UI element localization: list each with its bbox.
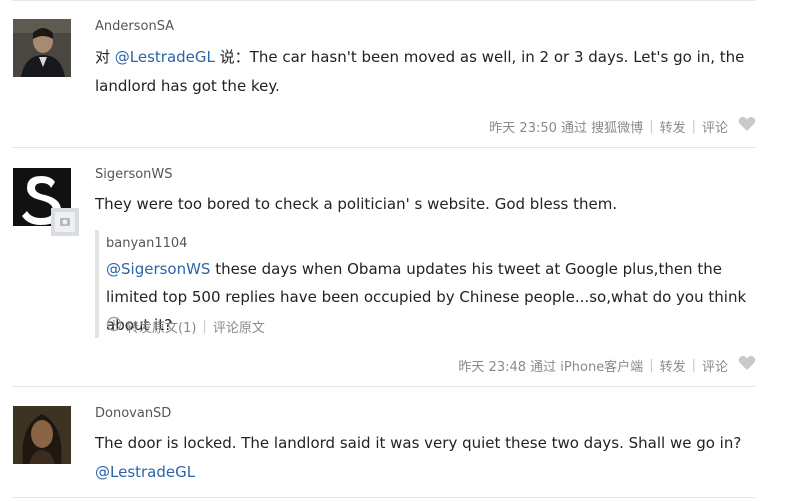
separator: | [691, 118, 696, 134]
post-source: 通过 iPhone客户端 [530, 359, 644, 375]
comment-button[interactable]: 评论 [702, 117, 728, 136]
post-prefix: 对 [95, 48, 115, 66]
comment-button[interactable]: 评论 [702, 356, 728, 375]
separator: | [691, 357, 696, 373]
post-text: 对 @LestradeGL 说：The car hasn't been move… [95, 43, 755, 101]
post-meta: 昨天 23:50 通过 搜狐微博 | 转发 | 评论 [489, 116, 756, 136]
username[interactable]: AndersonSA [95, 19, 174, 34]
post-text: They were too bored to check a politicia… [95, 195, 618, 213]
separator: | [649, 357, 654, 373]
post-time[interactable]: 昨天 23:48 [458, 356, 526, 375]
clock-icon [106, 316, 122, 336]
divider [12, 386, 755, 387]
post-body: The door is locked. The landlord said it… [95, 434, 742, 452]
post-time[interactable]: 昨天 23:50 [489, 117, 557, 136]
avatar[interactable] [13, 19, 71, 77]
post-meta: 昨天 23:48 通过 iPhone客户端 | 转发 | 评论 [458, 355, 756, 375]
avatar[interactable] [13, 406, 71, 464]
repost-button[interactable]: 转发 [660, 117, 686, 136]
post-source: 通过 搜狐微博 [561, 120, 644, 136]
mention-link[interactable]: @SigersonWS [106, 260, 210, 278]
repost-original-link[interactable]: 转发原文(1) [126, 317, 196, 336]
heart-icon[interactable] [738, 116, 756, 136]
divider [12, 497, 755, 498]
repost-button[interactable]: 转发 [660, 356, 686, 375]
avatar[interactable] [13, 168, 79, 236]
divider [12, 147, 755, 148]
mention-link[interactable]: @LestradeGL [95, 463, 195, 481]
quoted-username[interactable]: banyan1104 [106, 236, 187, 251]
heart-icon[interactable] [738, 355, 756, 375]
mention-link[interactable]: @LestradeGL [115, 48, 215, 66]
weibo-feed: AndersonSA 对 @LestradeGL 说：The car hasn'… [0, 0, 804, 501]
separator: | [649, 118, 654, 134]
quoted-post: banyan1104 @SigersonWS these days when O… [95, 230, 759, 338]
username[interactable]: SigersonWS [95, 167, 173, 182]
separator: | [202, 318, 207, 334]
comment-original-link[interactable]: 评论原文 [213, 317, 265, 336]
post-text: The door is locked. The landlord said it… [95, 429, 755, 487]
divider [12, 0, 755, 1]
username[interactable]: DonovanSD [95, 406, 171, 421]
quoted-actions: 转发原文(1) | 评论原文 [106, 316, 265, 336]
